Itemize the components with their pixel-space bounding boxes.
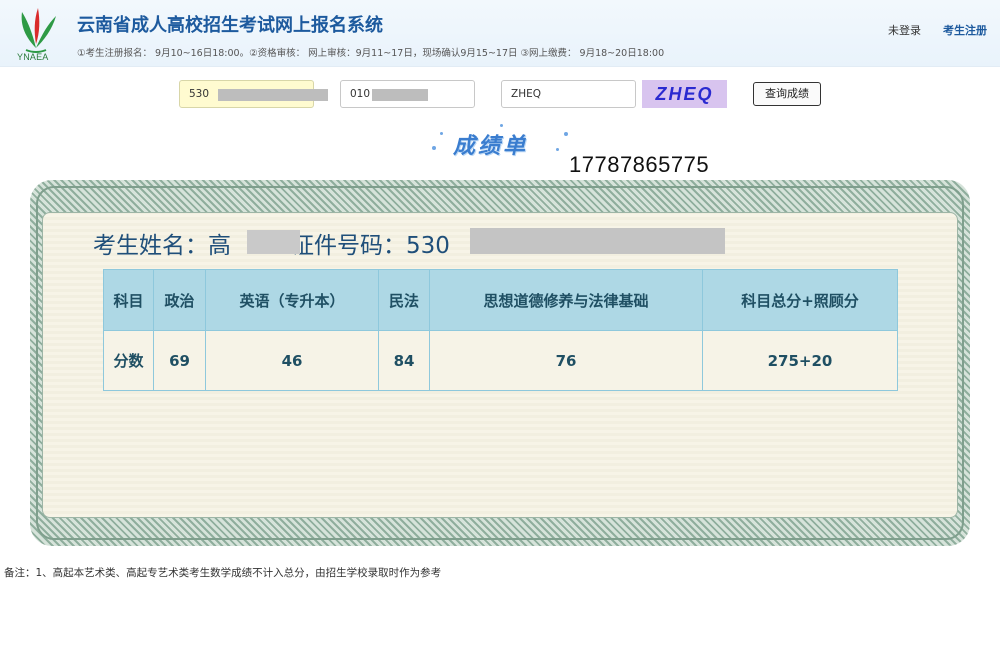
id-number-label: 证件号码：530 [291, 233, 450, 259]
table-cell: 76 [429, 330, 703, 391]
query-score-button[interactable]: 查询成绩 [753, 82, 821, 106]
table-header-row: 科目 政治 英语（专升本） 民法 思想道德修养与法律基础 科目总分+照顾分 [103, 269, 898, 331]
table-header-cell: 科目 [103, 269, 154, 331]
redaction-mask [218, 89, 328, 101]
id-number-value: 010 [350, 88, 371, 100]
decor-dot [440, 132, 443, 135]
registration-id-input[interactable]: 530 [179, 80, 328, 108]
table-cell: 275+20 [702, 330, 898, 391]
table-cell: 46 [205, 330, 379, 391]
captcha-input[interactable]: ZHEQ [501, 80, 636, 108]
footnote: 备注：1、高起本艺术类、高起专艺术类考生数学成绩不计入总分，由招生学校录取时作为… [4, 567, 442, 579]
redaction-mask [372, 89, 428, 101]
captcha-image[interactable]: ZHEQ [642, 80, 727, 108]
table-header-cell: 政治 [153, 269, 206, 331]
candidate-name-label: 考生姓名：高 [93, 233, 231, 259]
table-cell: 84 [378, 330, 430, 391]
phone-number: 17787865775 [569, 152, 710, 177]
table-header-cell: 英语（专升本） [205, 269, 379, 331]
score-table: 科目 政治 英语（专升本） 民法 思想道德修养与法律基础 科目总分+照顾分 分数… [103, 269, 898, 391]
redaction-mask [247, 230, 300, 254]
decor-dot [500, 124, 503, 127]
table-header-cell: 思想道德修养与法律基础 [429, 269, 703, 331]
table-cell: 69 [153, 330, 206, 391]
id-number-input[interactable]: 010 [340, 80, 475, 108]
login-status-link[interactable]: 未登录 [888, 22, 921, 38]
decor-dot [432, 146, 436, 150]
register-link[interactable]: 考生注册 [943, 22, 987, 38]
schedule-notice: ①考生注册报名： 9月10~16日18:00。②资格审核： 网上审核：9月11~… [77, 48, 665, 59]
decor-dot [564, 132, 568, 136]
table-header-cell: 民法 [378, 269, 430, 331]
table-row: 分数 69 46 84 76 275+20 [103, 330, 898, 391]
registration-id-value: 530 [189, 88, 210, 100]
captcha-input-value: ZHEQ [511, 88, 541, 100]
site-title: 云南省成人高校招生考试网上报名系统 [77, 15, 383, 36]
decor-dot [556, 148, 559, 151]
site-header: YNAEA 云南省成人高校招生考试网上报名系统 ①考生注册报名： 9月10~16… [0, 0, 1000, 67]
table-header-cell: 科目总分+照顾分 [702, 269, 898, 331]
score-sheet-title: 成绩单 [453, 134, 529, 159]
logo-text: YNAEA [17, 52, 49, 62]
table-cell: 分数 [103, 330, 154, 391]
redaction-mask [470, 228, 725, 254]
